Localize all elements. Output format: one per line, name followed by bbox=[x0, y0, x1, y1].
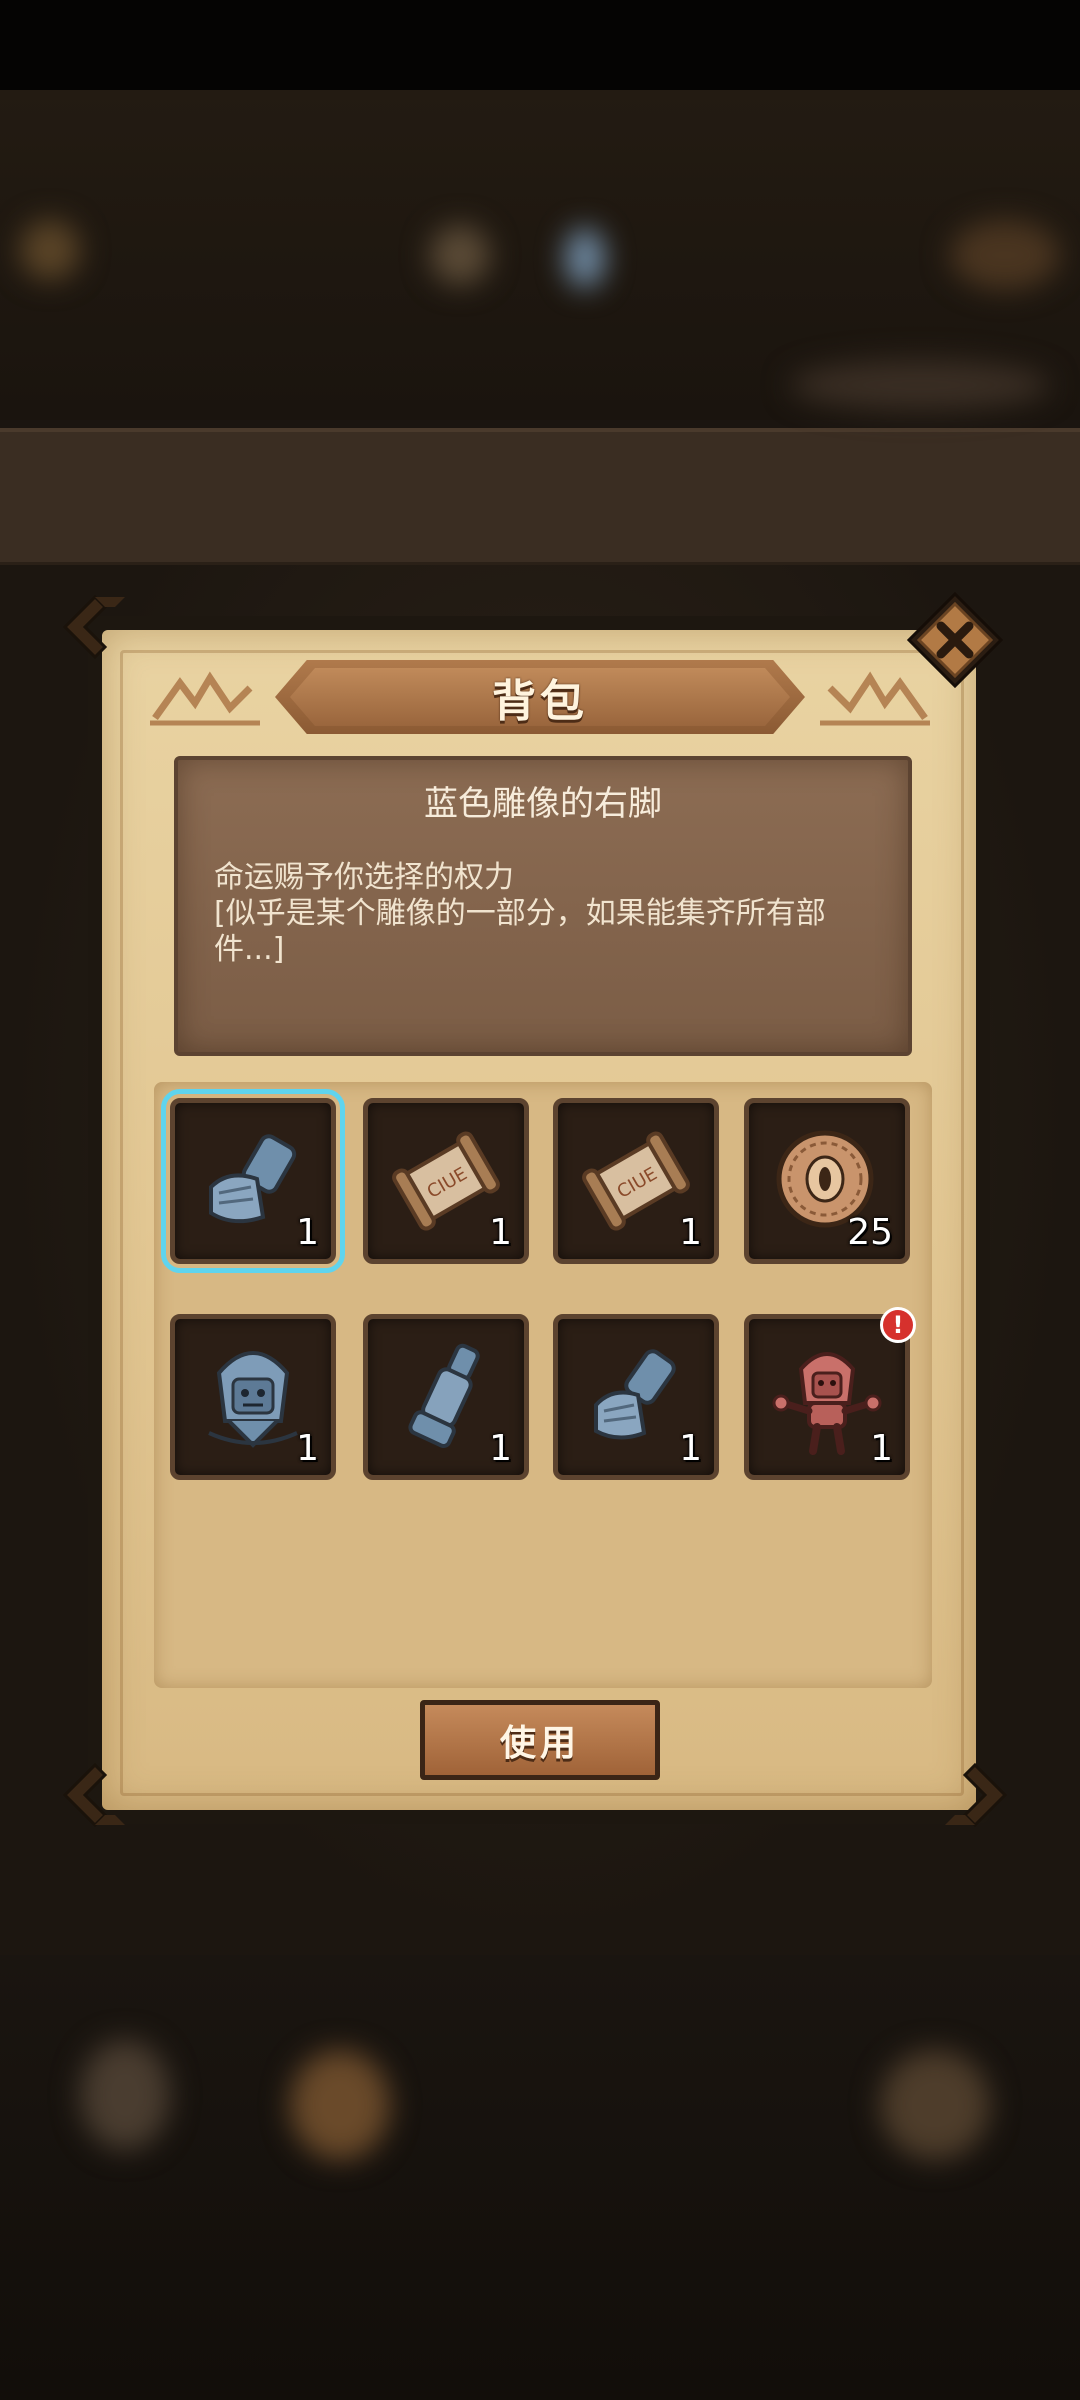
background-blur-icon bbox=[430, 225, 490, 285]
inventory-slot[interactable]: 25 bbox=[744, 1098, 910, 1264]
inventory-slot[interactable]: 1 bbox=[363, 1314, 529, 1480]
close-button[interactable] bbox=[905, 590, 1005, 690]
status-bar bbox=[0, 0, 1080, 90]
inventory-slot[interactable]: 1 bbox=[553, 1314, 719, 1480]
item-count: 1 bbox=[489, 1428, 512, 1469]
item-count: 1 bbox=[679, 1428, 702, 1469]
new-item-alert-badge: ! bbox=[880, 1307, 916, 1343]
corner-ornament-icon bbox=[945, 1762, 1008, 1828]
inventory-slot[interactable]: CIUE 1 bbox=[363, 1098, 529, 1264]
item-count: 1 bbox=[296, 1428, 319, 1469]
item-count: 1 bbox=[870, 1428, 893, 1469]
corner-ornament-icon bbox=[62, 1762, 125, 1828]
inventory-slot[interactable]: 1 bbox=[170, 1314, 336, 1480]
use-button[interactable]: 使用 bbox=[420, 1700, 660, 1780]
dialog-title: 背包 bbox=[492, 676, 588, 727]
item-count: 25 bbox=[847, 1212, 893, 1253]
inventory-slot[interactable]: 1 bbox=[744, 1314, 910, 1480]
inventory-slot[interactable]: 1 bbox=[161, 1089, 345, 1273]
background-blur-icon bbox=[290, 2050, 390, 2160]
background-blur-icon bbox=[950, 220, 1060, 290]
item-count: 1 bbox=[679, 1212, 702, 1253]
close-x-icon bbox=[906, 591, 1004, 689]
background-blur-icon bbox=[20, 220, 80, 280]
title-left-ornament-icon bbox=[150, 671, 260, 726]
item-description: 命运赐予你选择的权力 [似乎是某个雕像的一部分，如果能集齐所有部件...] bbox=[214, 860, 826, 967]
corner-ornament-icon bbox=[62, 594, 125, 660]
background-blur-icon bbox=[80, 2040, 170, 2150]
background-blur-icon bbox=[790, 360, 1050, 410]
item-count: 1 bbox=[296, 1212, 319, 1253]
inventory-slot[interactable]: CIUE 1 bbox=[553, 1098, 719, 1264]
background-blur-icon bbox=[565, 228, 605, 288]
item-name: 蓝色雕像的右脚 bbox=[424, 784, 662, 824]
item-count: 1 bbox=[489, 1212, 512, 1253]
background-bottom-nav bbox=[0, 1955, 1080, 2400]
background-banner bbox=[0, 428, 1080, 566]
background-blur-icon bbox=[880, 2050, 990, 2160]
